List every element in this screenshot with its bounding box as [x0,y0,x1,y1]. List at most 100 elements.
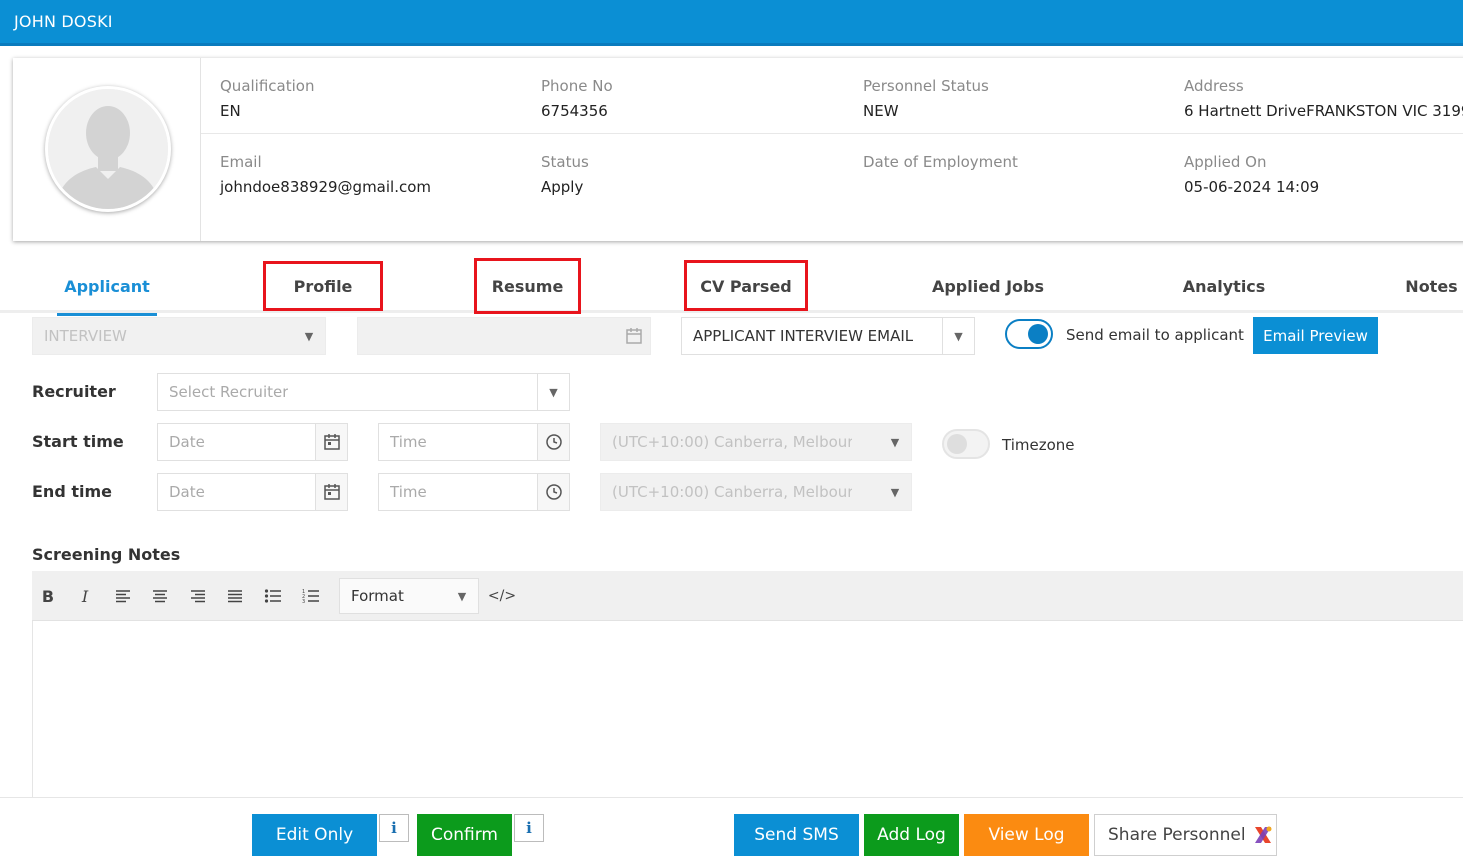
end-time-label: End time [32,482,112,501]
field-value: johndoe838929@gmail.com [220,178,432,196]
start-time-label: Start time [32,432,124,451]
personnel-status-field: Personnel Status NEW [863,76,1183,121]
share-personnel-label: Share Personnel [1108,825,1246,845]
highlight-box-profile [263,261,383,311]
field-label: Personnel Status [863,77,989,95]
timezone-toggle[interactable] [942,429,990,459]
start-timezone-value: (UTC+10:00) Canberra, Melbourne [612,433,852,451]
stage-select-value: INTERVIEW [44,327,127,345]
chevron-down-icon: ▼ [942,318,974,354]
profile-info-row-2: Email johndoe838929@gmail.com Status App… [201,134,1463,210]
field-label: Phone No [541,77,613,95]
format-select-value: Format [351,587,404,605]
email-template-select[interactable]: APPLICANT INTERVIEW EMAIL ▼ [681,317,975,355]
toggle-knob [1028,324,1048,344]
avatar-container [13,58,201,241]
source-code-icon[interactable]: </> [487,585,517,607]
clock-icon[interactable] [537,474,569,510]
profile-summary-card: Qualification EN Phone No 6754356 Person… [13,58,1463,241]
person-silhouette-icon [48,89,168,209]
email-preview-button[interactable]: Email Preview [1253,317,1378,354]
format-select[interactable]: Format ▼ [339,578,479,614]
end-date-input[interactable]: Date [157,473,348,511]
svg-text:3: 3 [302,599,305,604]
end-timezone-select[interactable]: (UTC+10:00) Canberra, Melbourne ▼ [600,473,912,511]
chevron-down-icon: ▼ [537,374,569,410]
highlight-box-cv-parsed [684,260,808,311]
field-value: 6754356 [541,102,608,120]
chevron-down-icon: ▼ [890,485,900,499]
tab-applied-jobs[interactable]: Applied Jobs [928,260,1048,313]
share-logo-icon [1254,826,1272,843]
end-time-input[interactable]: Time [378,473,570,511]
interview-form: INTERVIEW ▼ APPLICANT INTERVIEW EMAIL ▼ … [0,313,1463,797]
email-template-value: APPLICANT INTERVIEW EMAIL [693,327,914,345]
calendar-icon[interactable] [315,424,347,460]
end-date-placeholder: Date [169,483,205,501]
send-sms-button[interactable]: Send SMS [734,814,859,856]
highlight-box-resume [474,258,581,314]
stage-date-input[interactable] [357,317,651,355]
tab-applicant[interactable]: Applicant [57,260,157,316]
end-timezone-value: (UTC+10:00) Canberra, Melbourne [612,483,852,501]
screening-notes-editor[interactable] [32,621,1463,797]
calendar-icon[interactable] [315,474,347,510]
stage-select[interactable]: INTERVIEW ▼ [32,317,326,355]
send-email-label: Send email to applicant [1066,326,1244,344]
clock-icon[interactable] [537,424,569,460]
top-header-bar: JOHN DOSKI [0,0,1463,46]
address-field: Address 6 Hartnett DriveFRANKSTON VIC 31… [1184,76,1463,121]
bullet-list-icon[interactable] [261,585,285,607]
confirm-info-icon[interactable]: i [514,814,544,842]
status-field: Status Apply [541,152,861,197]
profile-info-row-1: Qualification EN Phone No 6754356 Person… [201,58,1463,134]
date-of-employment-field: Date of Employment [863,152,1183,177]
recruiter-select[interactable]: Select Recruiter ▼ [157,373,570,411]
qualification-field: Qualification EN [220,76,540,121]
footer-action-bar: Edit Only i Confirm i Send SMS Add Log V… [0,797,1463,864]
italic-icon[interactable]: I [73,585,97,607]
applied-on-field: Applied On 05-06-2024 14:09 [1184,152,1463,197]
send-email-toggle[interactable] [1005,319,1053,349]
recruiter-label: Recruiter [32,382,116,401]
start-time-input[interactable]: Time [378,423,570,461]
recruiter-placeholder: Select Recruiter [169,383,289,401]
align-left-icon[interactable] [111,585,135,607]
view-log-button[interactable]: View Log [964,814,1089,856]
email-field: Email johndoe838929@gmail.com [220,152,540,197]
edit-only-button[interactable]: Edit Only [252,814,377,856]
field-label: Date of Employment [863,153,1018,171]
editor-toolbar: B I 123 Format ▼ </> [32,571,1463,621]
field-value: 6 Hartnett DriveFRANKSTON VIC 3199 [1184,102,1463,120]
tab-notes[interactable]: Notes [1400,260,1463,313]
start-timezone-select[interactable]: (UTC+10:00) Canberra, Melbourne ▼ [600,423,912,461]
calendar-icon[interactable] [618,318,650,354]
field-label: Address [1184,77,1244,95]
align-right-icon[interactable] [186,585,210,607]
start-date-input[interactable]: Date [157,423,348,461]
chevron-down-icon: ▼ [304,329,314,343]
chevron-down-icon: ▼ [457,589,467,603]
avatar [45,86,171,212]
tab-analytics[interactable]: Analytics [1176,260,1272,313]
start-date-placeholder: Date [169,433,205,451]
align-center-icon[interactable] [148,585,172,607]
add-log-button[interactable]: Add Log [864,814,959,856]
applicant-name-title: JOHN DOSKI [14,12,113,31]
field-label: Status [541,153,589,171]
confirm-button[interactable]: Confirm [417,814,512,856]
numbered-list-icon[interactable]: 123 [299,585,323,607]
field-label: Applied On [1184,153,1267,171]
chevron-down-icon: ▼ [890,435,900,449]
bold-icon[interactable]: B [36,585,60,607]
field-label: Email [220,153,262,171]
timezone-label: Timezone [1002,436,1075,454]
share-personnel-button[interactable]: Share Personnel [1094,814,1277,856]
align-justify-icon[interactable] [223,585,247,607]
edit-only-info-icon[interactable]: i [379,814,409,842]
field-value: EN [220,102,241,120]
phone-field: Phone No 6754356 [541,76,861,121]
field-value: Apply [541,178,584,196]
start-time-placeholder: Time [390,433,427,451]
field-value: 05-06-2024 14:09 [1184,178,1320,196]
